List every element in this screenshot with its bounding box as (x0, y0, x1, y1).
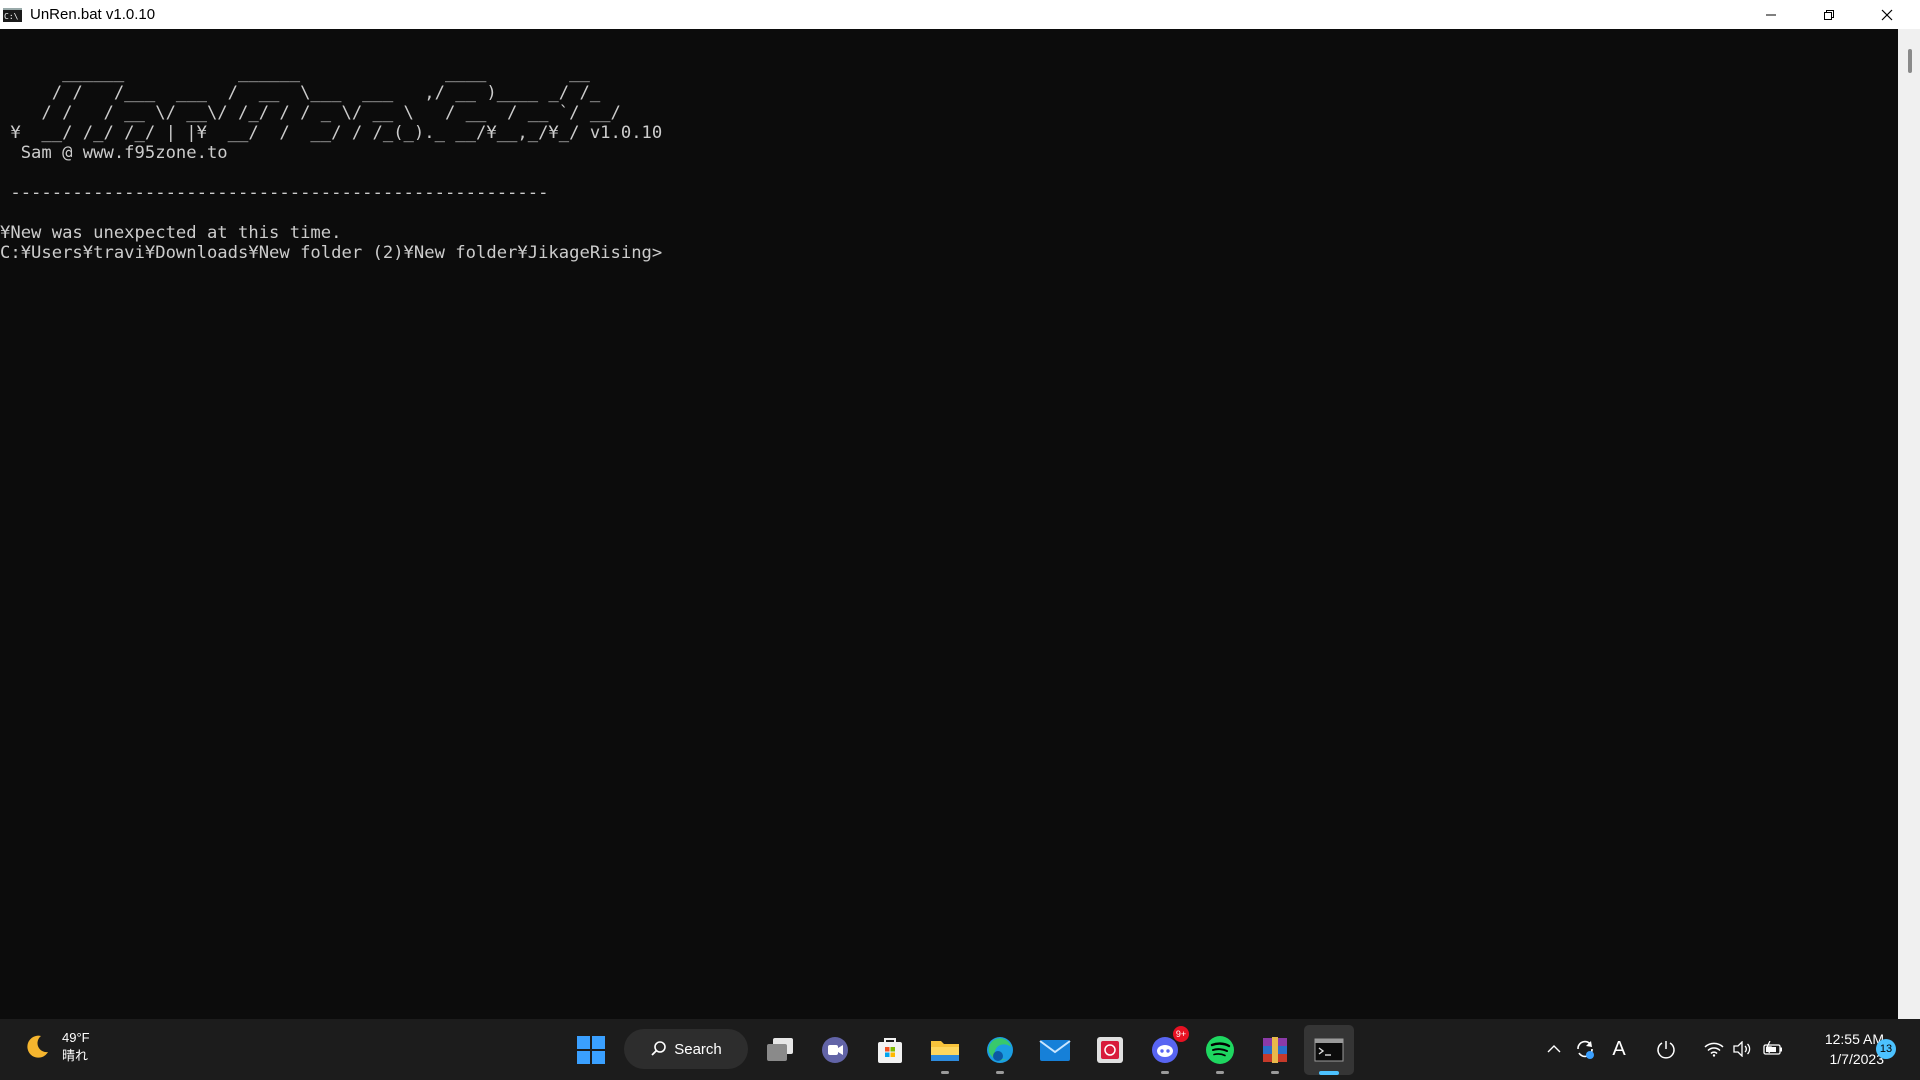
ascii-logo-version-line: ¥ __/ /_/ /_/ | |¥ __/ / __/ / /_(_)._ _… (0, 123, 663, 143)
running-indicator (1161, 1071, 1169, 1074)
weather-temperature: 49°F (62, 1030, 90, 1045)
folder-icon (931, 1041, 959, 1061)
notification-center-badge[interactable]: 13 (1876, 1039, 1896, 1059)
power-icon (1657, 1041, 1675, 1059)
task-view-icon (767, 1038, 793, 1061)
edge-browser-button[interactable] (982, 1032, 1018, 1074)
minimize-icon (1766, 14, 1776, 15)
store-icon (878, 1038, 902, 1063)
chevron-up-icon (1547, 1045, 1561, 1053)
teams-chat-button[interactable] (817, 1032, 853, 1068)
running-indicator (941, 1071, 949, 1074)
ascii-logo-line: / / / __ \/ __\/ /_/ / / _ \/ __ \ / __ … (0, 103, 621, 123)
battery-button[interactable] (1762, 1038, 1784, 1060)
terminal-icon (1314, 1038, 1344, 1062)
ascii-logo-line: / / /___ ___ / __ \___ ___ ,/ __ )____ _… (0, 83, 601, 103)
console-app-icon: C:\ (3, 7, 22, 22)
author-line: Sam @ www.f95zone.to (0, 143, 228, 163)
window-title: UnRen.bat v1.0.10 (30, 6, 156, 23)
running-indicator (1216, 1071, 1224, 1074)
running-indicator (1271, 1071, 1279, 1074)
photo-app-button[interactable] (1092, 1032, 1128, 1068)
power-mode-button[interactable] (1655, 1038, 1677, 1060)
app-tile-icon (1097, 1037, 1123, 1063)
show-hidden-icons-button[interactable] (1543, 1038, 1565, 1060)
start-button[interactable] (573, 1032, 609, 1068)
clock-time: 12:55 AM (1824, 1031, 1884, 1047)
weather-widget[interactable]: 49°F 晴れ (22, 1029, 90, 1065)
discord-button[interactable]: 9+ (1147, 1026, 1189, 1074)
ime-label: A (1612, 1037, 1626, 1060)
active-app-indicator (1319, 1071, 1339, 1075)
taskbar-search[interactable]: Search (624, 1029, 748, 1069)
spotify-icon (1206, 1036, 1234, 1064)
console-scrollbar[interactable] (1898, 29, 1920, 1019)
scrollbar-thumb[interactable] (1908, 49, 1912, 73)
command-prompt: C:¥Users¥travi¥Downloads¥New folder (2)¥… (0, 243, 663, 263)
console-output[interactable]: ______ ______ ____ __ / / /___ ___ / __ … (0, 29, 1898, 1019)
restore-icon (1824, 9, 1834, 20)
volume-button[interactable] (1731, 1038, 1753, 1060)
winrar-button[interactable] (1257, 1032, 1293, 1074)
running-indicator (996, 1071, 1004, 1074)
task-view-button[interactable] (762, 1032, 798, 1068)
sync-tray-button[interactable] (1574, 1038, 1596, 1060)
restore-button[interactable] (1800, 0, 1858, 29)
clock-date: 1/7/2023 (1829, 1051, 1885, 1067)
ascii-logo-line: ______ ______ ____ __ (0, 63, 601, 83)
taskbar: 49°F 晴れ Search 9+ A 12:55 AM 1/7/2023 13 (0, 1019, 1920, 1080)
file-explorer-button[interactable] (927, 1032, 963, 1074)
spotify-button[interactable] (1202, 1032, 1238, 1074)
sync-icon (1577, 1040, 1594, 1059)
search-icon (651, 1041, 667, 1056)
wifi-button[interactable] (1703, 1038, 1725, 1060)
search-label: Search (674, 1040, 722, 1058)
error-message: ¥New was unexpected at this time. (0, 223, 342, 243)
chat-icon (822, 1037, 848, 1063)
discord-notification-badge: 9+ (1173, 1026, 1189, 1042)
minimize-button[interactable] (1742, 0, 1800, 29)
winrar-icon (1263, 1037, 1287, 1063)
mail-button[interactable] (1037, 1032, 1073, 1068)
separator-line: ----------------------------------------… (0, 183, 549, 203)
close-icon (1881, 9, 1893, 20)
system-clock[interactable]: 12:55 AM 1/7/2023 (1804, 1029, 1884, 1069)
ime-indicator[interactable]: A (1608, 1038, 1630, 1060)
weather-condition: 晴れ (62, 1048, 89, 1063)
console-text: ______ ______ ____ __ / / /___ ___ / __ … (0, 63, 662, 263)
battery-charging-icon (1763, 1041, 1782, 1055)
wifi-icon (1704, 1042, 1724, 1057)
microsoft-store-button[interactable] (872, 1032, 908, 1068)
mail-icon (1039, 1040, 1071, 1061)
moon-icon (27, 1035, 48, 1058)
command-prompt-button[interactable] (1311, 1032, 1347, 1068)
windows-logo-icon (577, 1036, 605, 1064)
edge-icon (987, 1037, 1013, 1063)
window-title-bar[interactable]: C:\ UnRen.bat v1.0.10 (0, 0, 1920, 29)
close-button[interactable] (1858, 0, 1916, 29)
speaker-icon (1733, 1041, 1751, 1057)
